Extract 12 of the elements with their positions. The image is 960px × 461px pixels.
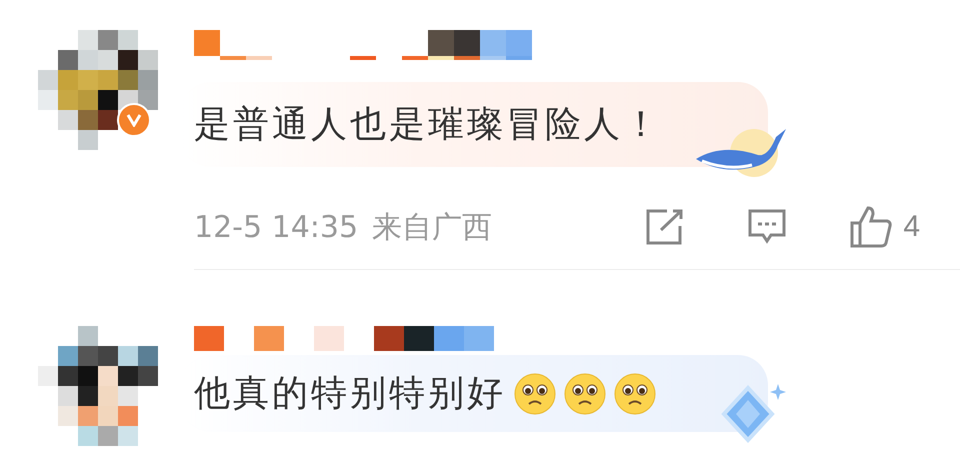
share-button[interactable] — [645, 208, 686, 246]
pleading-face-icon — [514, 372, 556, 414]
v-icon — [126, 113, 142, 127]
pleading-face-icon — [564, 372, 606, 414]
thumbs-up-icon — [849, 205, 894, 249]
comment-text: 他真的特别特别好 — [194, 372, 506, 416]
timestamp: 12-5 14:35 — [194, 210, 358, 244]
comment-text: 是普通人也是璀璨冒险人！ — [194, 103, 662, 147]
share-icon — [645, 208, 686, 246]
location: 来自广西 — [372, 208, 492, 246]
like-button[interactable]: 4 — [849, 205, 920, 249]
pleading-face-icon — [614, 372, 656, 414]
